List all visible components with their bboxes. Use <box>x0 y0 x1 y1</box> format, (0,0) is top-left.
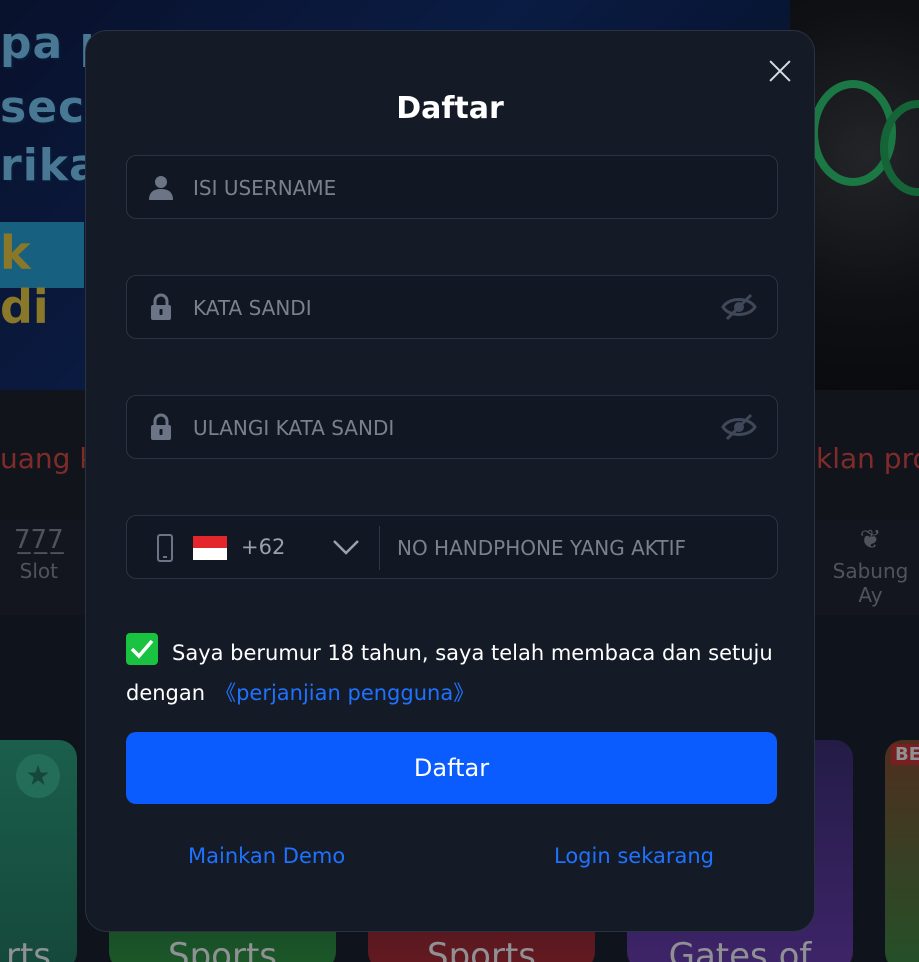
username-input[interactable] <box>191 156 715 220</box>
password-field <box>126 275 778 340</box>
divider <box>379 526 380 570</box>
username-field <box>126 155 778 220</box>
chevron-down-icon[interactable] <box>331 536 361 558</box>
agreement-text: Saya berumur 18 tahun, saya telah membac… <box>126 633 778 713</box>
lock-icon <box>151 413 171 440</box>
register-button[interactable]: Daftar <box>126 732 777 804</box>
user-agreement-link[interactable]: 《perjanjian pengguna》 <box>215 681 474 705</box>
phone-input[interactable] <box>395 516 769 580</box>
eye-off-icon[interactable] <box>721 292 757 322</box>
close-icon[interactable] <box>766 57 794 85</box>
agreement-checkbox[interactable] <box>126 633 158 665</box>
register-modal: Daftar ISI USERNAME +62 NO HANDPHONE YAN… <box>85 30 815 932</box>
indonesia-flag-icon[interactable] <box>193 536 227 560</box>
phone-field: +62 <box>126 515 778 580</box>
login-link[interactable]: Login sekarang <box>554 844 714 868</box>
modal-title: Daftar <box>396 91 504 126</box>
confirm-password-input[interactable] <box>191 396 715 460</box>
demo-link[interactable]: Mainkan Demo <box>188 844 345 868</box>
checkmark-icon <box>130 639 154 659</box>
password-input[interactable] <box>191 276 715 340</box>
lock-icon <box>151 293 171 320</box>
confirm-password-field <box>126 395 778 460</box>
mobile-phone-icon <box>157 534 173 562</box>
country-code[interactable]: +62 <box>241 535 285 559</box>
eye-off-icon[interactable] <box>721 412 757 442</box>
user-icon <box>149 176 173 200</box>
